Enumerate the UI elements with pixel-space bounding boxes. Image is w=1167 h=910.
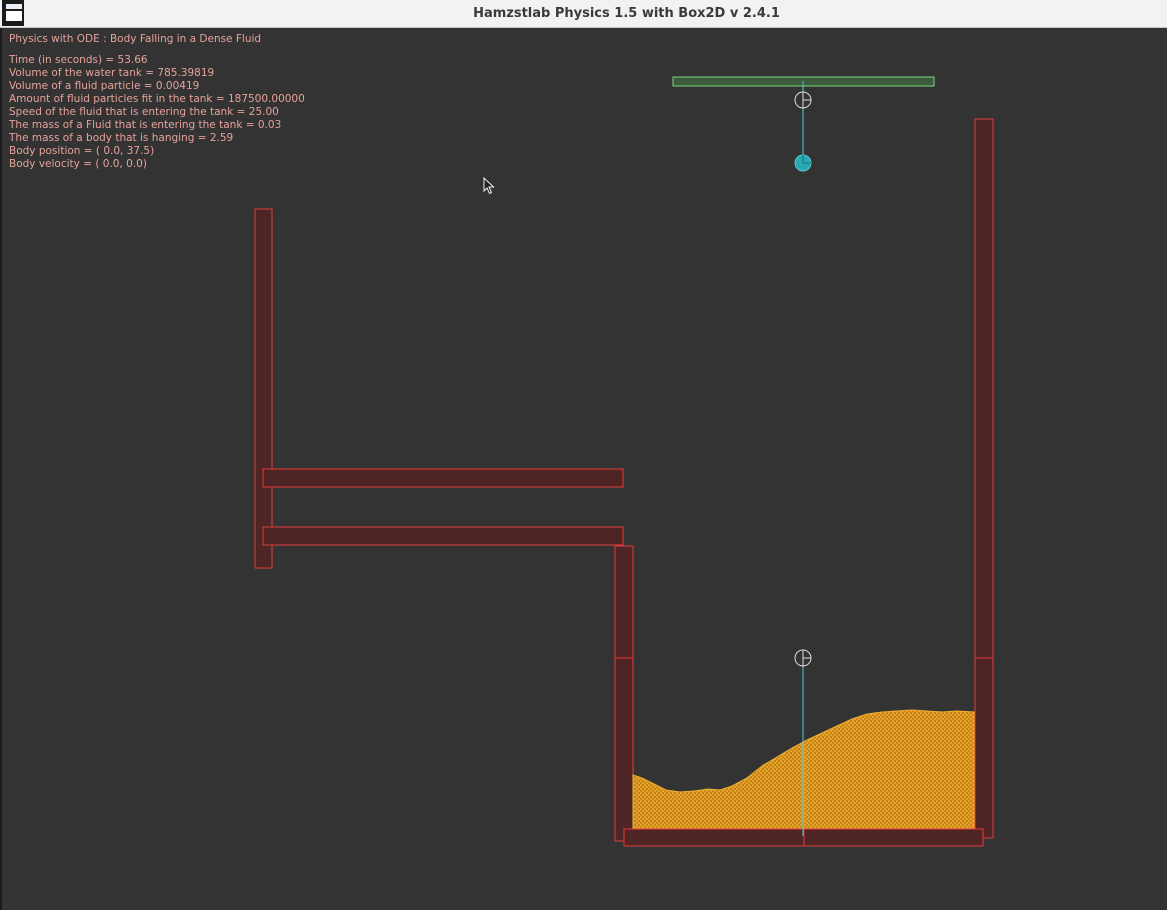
- tank-right-wall-lower: [974, 657, 994, 839]
- revolute-joint-icon: [794, 91, 812, 109]
- app-window: Hamzstlab Physics 1.5 with Box2D v 2.4.1…: [0, 0, 1167, 910]
- window-title: Hamzstlab Physics 1.5 with Box2D v 2.4.1: [473, 6, 780, 21]
- tank-floor-left: [623, 828, 805, 847]
- tank-right-wall-upper: [974, 118, 994, 659]
- tank-left-wall-lower: [614, 657, 634, 842]
- tank-left-wall-upper: [614, 545, 634, 659]
- inlet-upper-channel: [262, 468, 624, 488]
- hanging-body[interactable]: [794, 154, 812, 172]
- tank-floor-right: [803, 828, 984, 847]
- left-vertical-wall: [254, 208, 273, 569]
- title-bar[interactable]: Hamzstlab Physics 1.5 with Box2D v 2.4.1: [0, 0, 1167, 28]
- simulation-canvas[interactable]: Physics with ODE : Body Falling in a Den…: [0, 28, 1167, 910]
- inlet-lower-channel: [262, 526, 624, 546]
- tank-joint-icon: [794, 649, 812, 667]
- mouse-pointer-icon: [483, 177, 495, 195]
- physics-scene: [254, 76, 994, 847]
